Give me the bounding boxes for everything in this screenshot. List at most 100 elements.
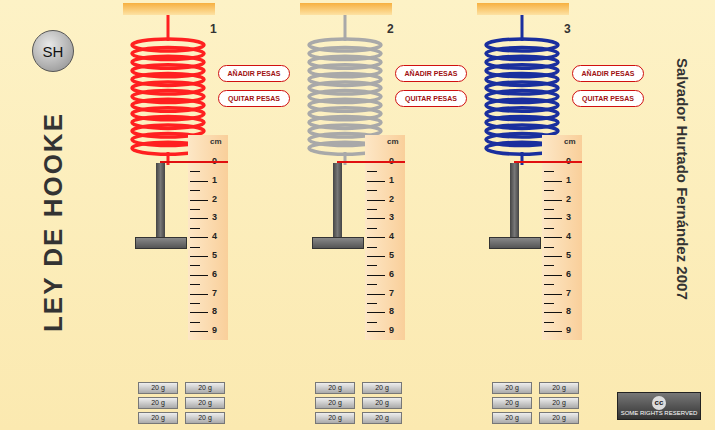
button-group: AÑADIR PESAS QUITAR PESAS	[218, 65, 290, 107]
hanger-base[interactable]	[489, 237, 541, 249]
title-strip: SHLEY DE HOOKE	[0, 0, 118, 430]
ruler-label: 8	[212, 305, 217, 317]
hanger-base[interactable]	[135, 237, 187, 249]
author-strip: Salvador Hurtado Fernández 2007	[649, 0, 715, 430]
weight[interactable]: 20 g	[315, 412, 355, 424]
ruler-half-tick	[544, 247, 554, 248]
ruler-tick	[190, 200, 208, 201]
weight[interactable]: 20 g	[315, 397, 355, 409]
ruler-label: 8	[566, 305, 571, 317]
ruler-tick	[367, 237, 385, 238]
ruler-tick	[367, 312, 385, 313]
ruler-tick	[190, 256, 208, 257]
weight[interactable]: 20 g	[185, 397, 225, 409]
ruler-tick	[544, 256, 562, 257]
hanger-base[interactable]	[312, 237, 364, 249]
weight[interactable]: 20 g	[138, 382, 178, 394]
hanger-rod[interactable]	[510, 163, 519, 239]
weight-button[interactable]: QUITAR PESAS	[395, 90, 467, 107]
weight[interactable]: 20 g	[362, 382, 402, 394]
ruler-tick	[367, 331, 385, 332]
ruler-label: 1	[389, 174, 394, 186]
license-badge[interactable]: ccSOME RIGHTS RESERVED	[617, 392, 701, 420]
weight[interactable]: 20 g	[362, 412, 402, 424]
ruler-half-tick	[190, 265, 200, 266]
weight[interactable]: 20 g	[185, 382, 225, 394]
ruler-half-tick	[367, 247, 377, 248]
ruler-label: 3	[389, 211, 394, 223]
weight[interactable]: 20 g	[539, 382, 579, 394]
ruler-label: 2	[389, 193, 394, 205]
ruler-half-tick	[367, 190, 377, 191]
ruler-half-tick	[190, 171, 200, 172]
title: LEY DE HOOKE	[38, 112, 69, 332]
spring-number: 2	[387, 22, 394, 36]
ruler-label: 5	[389, 249, 394, 261]
ruler-label: 4	[566, 230, 571, 242]
ruler-half-tick	[544, 322, 554, 323]
ruler: cm0123456789	[542, 135, 582, 340]
weight[interactable]: 20 g	[539, 397, 579, 409]
ruler-tick	[190, 294, 208, 295]
ruler-half-tick	[367, 284, 377, 285]
ruler-tick	[544, 294, 562, 295]
ruler-label: 6	[566, 268, 571, 280]
spring-station: 2AÑADIR PESASQUITAR PESAScm012345678920 …	[295, 0, 472, 430]
ruler-half-tick	[190, 247, 200, 248]
ruler-label: 5	[212, 249, 217, 261]
ruler-half-tick	[190, 284, 200, 285]
weight[interactable]: 20 g	[138, 397, 178, 409]
ruler-half-tick	[544, 228, 554, 229]
ruler-half-tick	[190, 303, 200, 304]
support-bar	[123, 3, 215, 15]
ruler-label: 7	[566, 287, 571, 299]
ruler-tick	[190, 237, 208, 238]
weight[interactable]: 20 g	[362, 397, 402, 409]
ruler-half-tick	[190, 190, 200, 191]
spring-station: 1AÑADIR PESASQUITAR PESAScm012345678920 …	[118, 0, 295, 430]
hanger-rod[interactable]	[333, 163, 342, 239]
ruler-label: 3	[566, 211, 571, 223]
support-bar	[300, 3, 392, 15]
weight-button[interactable]: AÑADIR PESAS	[218, 65, 290, 82]
hanger-rod[interactable]	[156, 163, 165, 239]
ruler-half-tick	[367, 265, 377, 266]
weight[interactable]: 20 g	[315, 382, 355, 394]
weight-stock: 20 g 20 g 20 g 20 g 20 g 20 g	[315, 382, 402, 424]
ruler-tick	[544, 218, 562, 219]
weight[interactable]: 20 g	[539, 412, 579, 424]
ruler-half-tick	[544, 265, 554, 266]
weight[interactable]: 20 g	[138, 412, 178, 424]
ruler-tick	[544, 275, 562, 276]
ruler-tick	[367, 256, 385, 257]
weight[interactable]: 20 g	[492, 382, 532, 394]
ruler-half-tick	[190, 228, 200, 229]
weight[interactable]: 20 g	[492, 397, 532, 409]
ruler-label: 1	[212, 174, 217, 186]
ruler-label: 7	[389, 287, 394, 299]
zero-line	[160, 161, 228, 163]
license-text: SOME RIGHTS RESERVED	[621, 410, 698, 416]
ruler: cm0123456789	[365, 135, 405, 340]
ruler-half-tick	[190, 209, 200, 210]
zero-line	[514, 161, 582, 163]
weight-button[interactable]: AÑADIR PESAS	[572, 65, 644, 82]
button-group: AÑADIR PESAS QUITAR PESAS	[395, 65, 467, 107]
ruler-half-tick	[544, 190, 554, 191]
author: Salvador Hurtado Fernández 2007	[674, 58, 691, 430]
weight-button[interactable]: QUITAR PESAS	[572, 90, 644, 107]
ruler-label: 2	[566, 193, 571, 205]
spring-station: 3AÑADIR PESASQUITAR PESAScm012345678920 …	[472, 0, 649, 430]
ruler-tick	[190, 218, 208, 219]
ruler-half-tick	[367, 322, 377, 323]
ruler-half-tick	[544, 171, 554, 172]
ruler-label: 9	[212, 324, 217, 336]
weight[interactable]: 20 g	[185, 412, 225, 424]
ruler-half-tick	[544, 303, 554, 304]
ruler-half-tick	[544, 209, 554, 210]
weight[interactable]: 20 g	[492, 412, 532, 424]
weight-button[interactable]: AÑADIR PESAS	[395, 65, 467, 82]
zero-line	[337, 161, 405, 163]
hooke-simulator: SHLEY DE HOOKE 1 AÑADIR PESAS QUITAR PESAS c…	[0, 0, 715, 430]
weight-button[interactable]: QUITAR PESAS	[218, 90, 290, 107]
